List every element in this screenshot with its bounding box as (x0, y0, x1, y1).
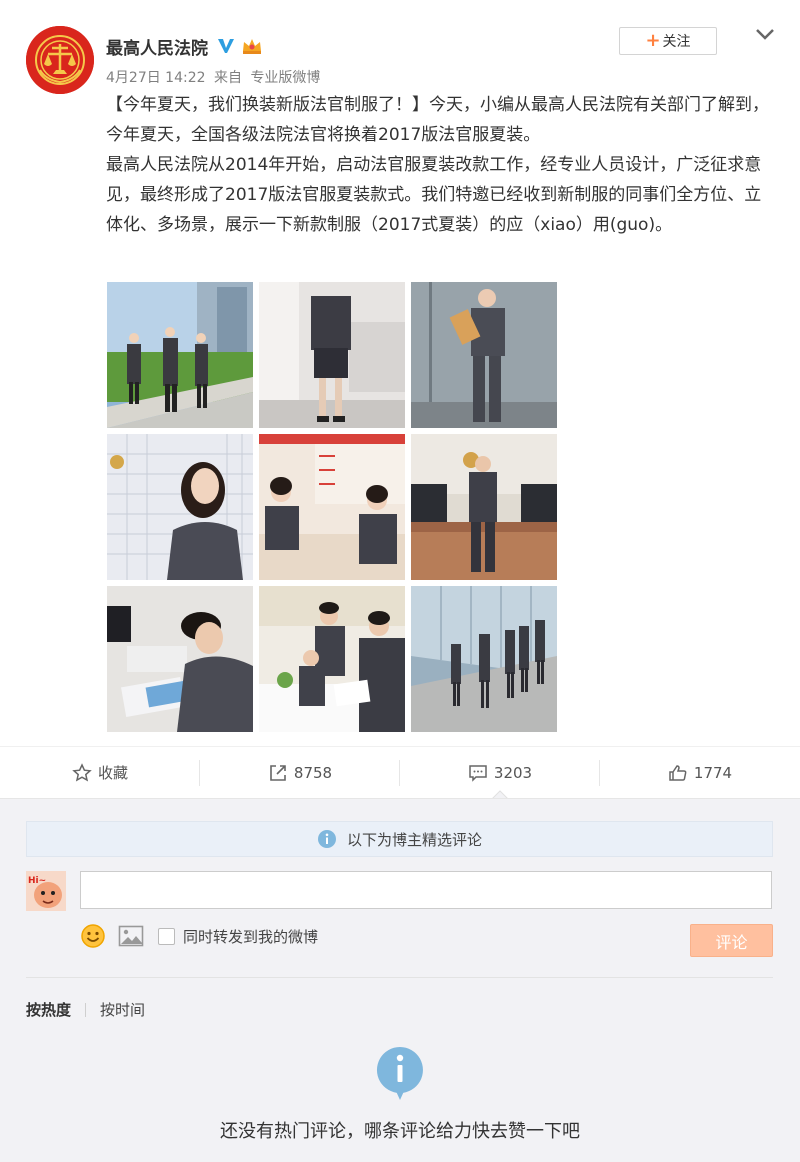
follow-label: 关注 (662, 34, 691, 50)
star-icon (72, 762, 92, 781)
chevron-down-icon[interactable] (754, 26, 776, 42)
sort-by-time-tab[interactable]: 按时间 (100, 999, 145, 1020)
photo-thumbnail[interactable] (411, 282, 557, 428)
like-button[interactable]: 1774 (600, 747, 800, 798)
photo-thumbnail[interactable] (259, 586, 405, 732)
action-bar: 收藏 8758 3203 1774 (0, 746, 800, 798)
comment-tools: 同时转发到我的微博 (80, 923, 318, 949)
photo-thumbnail[interactable] (411, 586, 557, 732)
photo-thumbnail[interactable] (259, 434, 405, 580)
vip-crown-icon[interactable] (240, 36, 264, 56)
sort-by-popularity-tab[interactable]: 按热度 (26, 999, 71, 1020)
post-source[interactable]: 专业版微博 (250, 70, 320, 86)
featured-comments-notice: 以下为博主精选评论 (26, 821, 773, 857)
comment-icon (469, 764, 487, 782)
author-name[interactable]: 最高人民法院 (106, 34, 208, 59)
post-paragraph: 【今年夏天，我们换装新版法官制服了！】今天，小编从最高人民法院有关部门了解到，今… (106, 95, 769, 145)
follow-button[interactable]: + 关注 (619, 27, 717, 55)
submit-comment-button[interactable]: 评论 (690, 924, 773, 957)
repost-option-label[interactable]: 同时转发到我的微博 (183, 926, 318, 947)
divider (26, 977, 773, 978)
info-icon (317, 830, 336, 848)
photo-thumbnail[interactable] (107, 586, 253, 732)
photo-thumbnail[interactable] (107, 282, 253, 428)
author-avatar[interactable] (26, 26, 94, 94)
author-row: 最高人民法院 (106, 33, 264, 59)
comments-section: 以下为博主精选评论 Hi~ 同时转发到我的微博 评论 按热度 按时间 还没有热门… (0, 798, 800, 1162)
emoji-icon[interactable] (80, 923, 106, 949)
favorite-label: 收藏 (97, 764, 128, 782)
comment-input[interactable] (80, 871, 772, 909)
source-prefix: 来自 (213, 70, 242, 86)
svg-text:Hi~: Hi~ (28, 876, 46, 886)
weibo-post: 最高人民法院 4月27日 14:22 来自 专业版微博 + 关注 【今年夏天，我… (0, 0, 800, 745)
tab-separator (85, 1002, 87, 1017)
post-paragraph: 最高人民法院从2014年开始，启动法官服夏装改款工作，经专业人员设计，广泛征求意… (106, 155, 762, 235)
thumbs-up-icon (669, 764, 687, 781)
photo-thumbnail[interactable] (411, 434, 557, 580)
post-timestamp[interactable]: 4月27日 14:22 (106, 70, 206, 86)
post-body: 【今年夏天，我们换装新版法官制服了！】今天，小编从最高人民法院有关部门了解到，今… (106, 90, 770, 240)
user-avatar[interactable]: Hi~ (26, 871, 66, 911)
favorite-button[interactable]: 收藏 (0, 747, 200, 798)
repost-count: 8758 (293, 763, 333, 782)
comment-sort-tabs: 按热度 按时间 (26, 999, 145, 1020)
post-meta: 4月27日 14:22 来自 专业版微博 (106, 67, 324, 87)
share-icon (270, 764, 286, 781)
image-icon[interactable] (118, 925, 144, 947)
notice-text: 以下为博主精选评论 (346, 830, 482, 849)
repost-button[interactable]: 8758 (200, 747, 400, 798)
like-count: 1774 (693, 763, 733, 782)
photo-thumbnail[interactable] (107, 434, 253, 580)
photo-grid (107, 282, 559, 732)
photo-thumbnail[interactable] (259, 282, 405, 428)
plus-icon: + (645, 30, 661, 51)
no-hot-comments-message: 还没有热门评论，哪条评论给力快去赞一下吧 (220, 1121, 580, 1142)
info-balloon-icon (376, 1047, 423, 1100)
verified-v-icon (218, 39, 234, 53)
repost-checkbox[interactable] (158, 927, 175, 945)
comment-count: 3203 (493, 763, 533, 782)
